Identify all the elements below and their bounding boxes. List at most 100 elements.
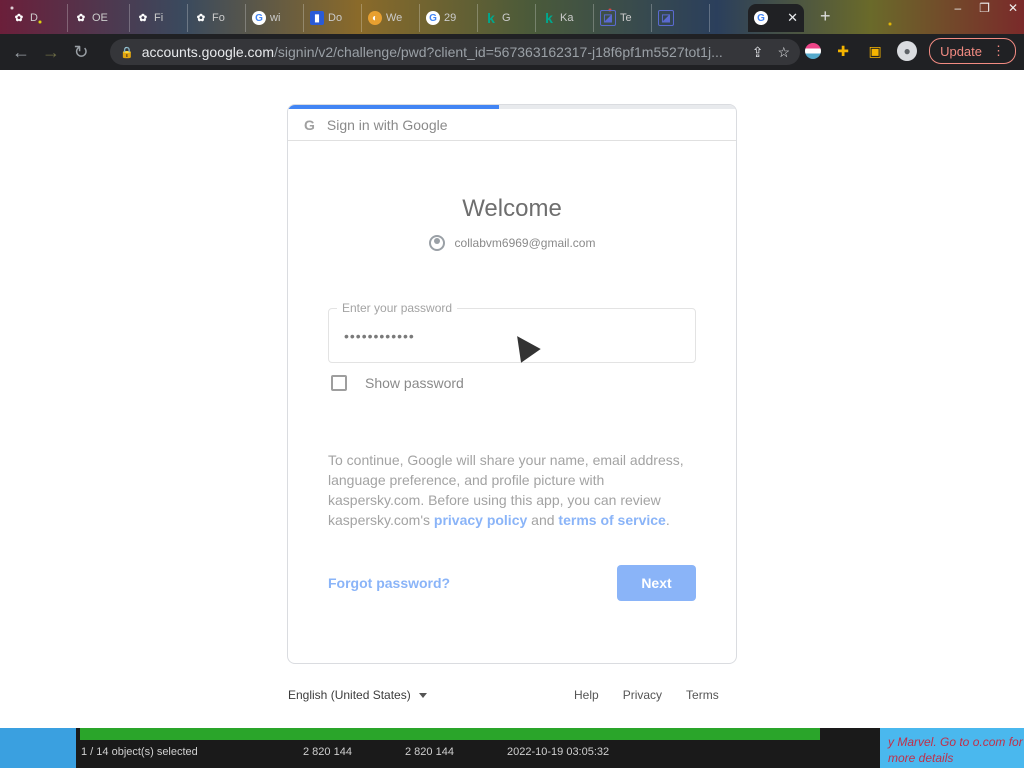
tab-10[interactable]: k Ka xyxy=(536,4,594,32)
reload-icon: ↻ xyxy=(73,41,89,62)
card-header: G Sign in with Google xyxy=(288,109,736,141)
tab-label: Ka xyxy=(560,12,574,24)
tab-12[interactable]: ◪ xyxy=(652,4,710,32)
tab-label: Fo xyxy=(212,12,225,24)
consent-and: and xyxy=(527,512,559,528)
consent-text: To continue, Google will share your name… xyxy=(328,450,698,530)
browser-toolbar: ← → ↻ 🔒 accounts.google.com/signin/v2/ch… xyxy=(0,34,1024,70)
password-value[interactable]: •••••••••••• xyxy=(344,328,415,344)
tab-1[interactable]: ✿ D xyxy=(6,4,68,32)
signin-card: G Sign in with Google Welcome collabvm69… xyxy=(287,104,737,664)
status-date: 2022-10-19 03:05:32 xyxy=(507,746,610,758)
welcome-heading: Welcome xyxy=(462,195,562,222)
language-label: English (United States) xyxy=(288,688,411,702)
account-chip[interactable]: collabvm6969@gmail.com xyxy=(288,235,736,251)
account-circle-icon xyxy=(428,235,445,251)
tab-9[interactable]: k G xyxy=(478,4,536,32)
tab-3[interactable]: ✿ Fi xyxy=(130,4,188,32)
flower-icon: ✿ xyxy=(14,12,24,24)
privacy-link[interactable]: Privacy xyxy=(623,688,662,702)
tab-5[interactable]: G wi xyxy=(246,4,304,32)
flag-extension-icon[interactable] xyxy=(805,43,822,59)
more-menu-icon[interactable]: ⋮ xyxy=(992,43,1005,59)
tab-2[interactable]: ✿ OE xyxy=(68,4,130,32)
tab-label: 29 xyxy=(444,12,457,24)
new-tab-button[interactable]: + xyxy=(820,6,831,27)
minimize-icon[interactable]: – xyxy=(954,0,961,16)
url-host: accounts.google.com xyxy=(141,44,275,60)
google-icon: G xyxy=(754,11,768,25)
profile-avatar-icon[interactable]: ● xyxy=(897,41,918,61)
web-icon: ◐ xyxy=(368,11,382,25)
footer-links: Help Privacy Terms xyxy=(574,688,719,702)
doc-icon: ▮ xyxy=(310,11,324,25)
background-app-panel xyxy=(0,728,76,768)
close-tab-icon[interactable]: ✕ xyxy=(787,10,798,26)
forward-button[interactable]: → xyxy=(36,37,66,67)
background-app-progress xyxy=(80,728,820,740)
show-password-row[interactable]: Show password xyxy=(331,375,464,391)
consent-end: . xyxy=(665,512,670,528)
account-email: collabvm6969@gmail.com xyxy=(454,236,596,250)
password-label: Enter your password xyxy=(337,301,458,315)
tab-active[interactable]: G ✕ xyxy=(748,4,804,32)
tab-4[interactable]: ✿ Fo xyxy=(188,4,246,32)
forward-arrow-icon: → xyxy=(42,41,60,62)
kaspersky-icon: k xyxy=(487,10,495,26)
tab-label: We xyxy=(386,12,403,24)
tab-label: Do xyxy=(328,12,343,24)
share-icon[interactable]: ⇪ xyxy=(752,44,764,61)
background-app-statusbar: 1 / 14 object(s) selected 2 820 144 2 82… xyxy=(78,746,612,758)
address-bar[interactable]: 🔒 accounts.google.com/signin/v2/challeng… xyxy=(110,39,800,65)
side-panel-icon[interactable]: ▣ xyxy=(865,43,885,60)
terms-link[interactable]: Terms xyxy=(686,688,719,702)
tab-label: wi xyxy=(270,12,281,24)
dropdown-caret-icon xyxy=(418,692,427,698)
tab-11[interactable]: ◪ Te xyxy=(594,4,652,32)
reload-button[interactable]: ↻ xyxy=(66,37,96,67)
help-link[interactable]: Help xyxy=(574,688,599,702)
google-icon: G xyxy=(426,11,440,25)
privacy-policy-link[interactable]: privacy policy xyxy=(434,512,527,528)
forgot-password-link[interactable]: Forgot password? xyxy=(328,575,450,591)
lock-icon: 🔒 xyxy=(120,46,134,59)
tab-label: Fi xyxy=(154,12,164,24)
google-logo-icon: G xyxy=(304,116,315,133)
tab-strip: ✿ D ✿ OE ✿ Fi ✿ Fo G wi ▮ Do ◐ We G 29 k… xyxy=(0,0,1024,34)
back-arrow-icon: ← xyxy=(12,41,30,62)
background-app-strip: 1 / 14 object(s) selected 2 820 144 2 82… xyxy=(0,728,1024,768)
update-label: Update xyxy=(940,43,982,59)
url-text[interactable]: accounts.google.com/signin/v2/challenge/… xyxy=(142,44,744,60)
show-password-label[interactable]: Show password xyxy=(365,375,464,391)
background-ad-text: y Marvel. Go to o.com for more details xyxy=(880,728,1024,768)
maximize-icon[interactable]: ❐ xyxy=(979,0,990,16)
tab-6[interactable]: ▮ Do xyxy=(304,4,362,32)
window-controls: – ❐ ✕ xyxy=(954,0,1018,16)
square-icon: ◪ xyxy=(600,10,616,26)
kaspersky-icon: k xyxy=(545,10,553,26)
header-title: Sign in with Google xyxy=(326,116,448,133)
close-window-icon[interactable]: ✕ xyxy=(1008,0,1018,16)
password-field[interactable]: Enter your password •••••••••••• xyxy=(328,301,696,363)
status-selected: 1 / 14 object(s) selected xyxy=(81,746,198,758)
tab-label: D xyxy=(30,12,38,24)
flower-icon: ✿ xyxy=(196,12,206,24)
tab-label: G xyxy=(502,12,511,24)
tab-label: Te xyxy=(620,12,632,24)
extensions-puzzle-icon[interactable]: ✚ xyxy=(833,43,853,60)
show-password-checkbox[interactable] xyxy=(331,375,347,391)
tab-label: OE xyxy=(92,12,108,24)
google-icon: G xyxy=(252,11,266,25)
terms-of-service-link[interactable]: terms of service xyxy=(558,512,665,528)
tab-7[interactable]: ◐ We xyxy=(362,4,420,32)
language-selector[interactable]: English (United States) xyxy=(288,688,427,702)
tab-8[interactable]: G 29 xyxy=(420,4,478,32)
status-size-2: 2 820 144 xyxy=(405,746,454,758)
update-button[interactable]: Update ⋮ xyxy=(929,38,1016,64)
status-size-1: 2 820 144 xyxy=(303,746,352,758)
bookmark-star-icon[interactable]: ☆ xyxy=(777,44,790,61)
next-button[interactable]: Next xyxy=(617,565,696,601)
square-icon: ◪ xyxy=(658,10,674,26)
url-path: /signin/v2/challenge/pwd?client_id=56736… xyxy=(274,44,723,60)
back-button[interactable]: ← xyxy=(6,37,36,67)
